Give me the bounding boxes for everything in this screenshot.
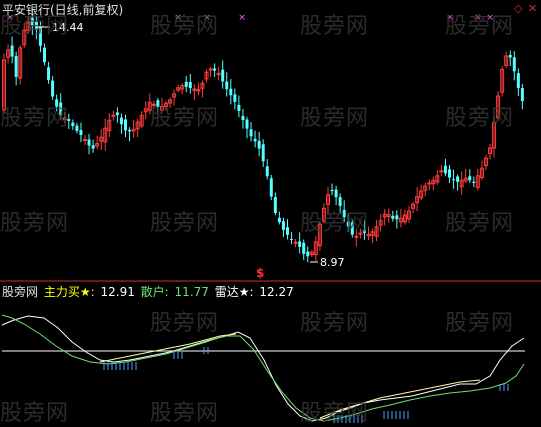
candle-body <box>14 55 18 77</box>
candle-body <box>290 239 294 241</box>
legend-retail-value: 11.77 <box>174 285 209 299</box>
candle-body <box>43 47 46 63</box>
candle-body <box>330 189 334 192</box>
watermark: 股旁网 <box>300 106 370 131</box>
watermark: 股旁网 <box>0 106 70 131</box>
candle-body <box>128 129 132 132</box>
candle-body <box>281 221 285 230</box>
candle-body <box>512 57 516 72</box>
legend-radar-label: 雷达★: <box>214 285 254 299</box>
candle-body <box>253 138 257 142</box>
candle-body <box>273 197 277 214</box>
candle-body <box>124 119 127 131</box>
watermark: 股旁网 <box>150 311 220 336</box>
watermark: 股旁网 <box>445 211 515 236</box>
close-icon[interactable]: ✕ <box>528 2 537 15</box>
candle-body <box>221 69 225 82</box>
candle-body <box>10 45 14 57</box>
candle-body <box>87 139 91 146</box>
watermark: 股旁网 <box>0 401 70 426</box>
watermark: 股旁网 <box>300 401 370 426</box>
candle-body <box>269 178 273 197</box>
candle-body <box>188 81 192 89</box>
watermark: 股旁网 <box>150 14 220 39</box>
legend-source: 股旁网 <box>2 285 39 299</box>
candle-body <box>229 88 233 96</box>
candle-body <box>225 81 229 90</box>
candle-body <box>443 165 447 174</box>
candle-body <box>261 144 265 162</box>
candle-body <box>306 251 310 257</box>
indicator-legend: 股旁网 主力买★: 12.91 散户: 11.77 雷达★: 12.27 <box>2 283 296 300</box>
watermark: 股旁网 <box>300 311 370 336</box>
candle-body <box>79 130 83 135</box>
candle-body <box>302 242 306 254</box>
candle-body <box>111 114 116 117</box>
candle-body <box>91 145 95 149</box>
watermark: 股旁网 <box>150 106 220 131</box>
legend-radar-value: 12.27 <box>259 285 294 299</box>
candle-body <box>452 179 456 181</box>
candle-body <box>277 217 281 223</box>
candle-body <box>391 215 395 219</box>
candle-body <box>51 80 55 97</box>
candle-body <box>213 68 217 71</box>
watermark: 股旁网 <box>300 211 370 236</box>
watermark: 股旁网 <box>300 14 370 39</box>
candle-body <box>265 166 269 177</box>
watermark: 股旁网 <box>445 311 515 336</box>
watermark: 股旁网 <box>445 106 515 131</box>
watermark: 股旁网 <box>0 211 70 236</box>
candle-body <box>293 241 298 244</box>
watermark: 股旁网 <box>445 14 515 39</box>
low-price-label: 8.97 <box>320 256 345 269</box>
candle-body <box>71 122 75 127</box>
candle-body <box>47 67 51 80</box>
candle-body <box>456 176 460 182</box>
candle-body <box>516 73 520 89</box>
candle-body <box>241 116 245 121</box>
candle-body <box>184 81 188 87</box>
candle-body <box>334 189 338 198</box>
legend-main-value: 12.91 <box>100 285 135 299</box>
candle-body <box>472 181 476 183</box>
candle-body <box>468 176 472 181</box>
candle-body <box>439 170 444 173</box>
candle-body <box>520 87 524 101</box>
candle-body <box>83 139 87 141</box>
candle-body <box>233 94 237 102</box>
candle-body <box>119 117 123 125</box>
legend-main-label: 主力买★: <box>43 285 95 299</box>
candle-body <box>257 140 261 149</box>
signal-s-marker: $ <box>256 266 264 280</box>
candlestick-series: 14.448.97$ <box>2 8 524 280</box>
watermark: 股旁网 <box>150 401 220 426</box>
legend-retail-label: 散户: <box>140 285 169 299</box>
signal-marker: × <box>238 13 246 23</box>
watermark: 股旁网 <box>0 14 70 39</box>
candle-body <box>395 215 399 220</box>
diamond-icon[interactable]: ◇ <box>514 2 522 15</box>
candle-body <box>286 227 289 235</box>
candle-body <box>508 54 512 58</box>
candle-body <box>249 129 253 137</box>
candle-body <box>115 112 119 116</box>
candle-body <box>245 119 249 129</box>
candle-body <box>237 104 241 112</box>
candle-body <box>448 169 451 178</box>
candle-body <box>75 125 79 131</box>
watermark: 股旁网 <box>150 211 220 236</box>
candle-body <box>298 241 302 247</box>
